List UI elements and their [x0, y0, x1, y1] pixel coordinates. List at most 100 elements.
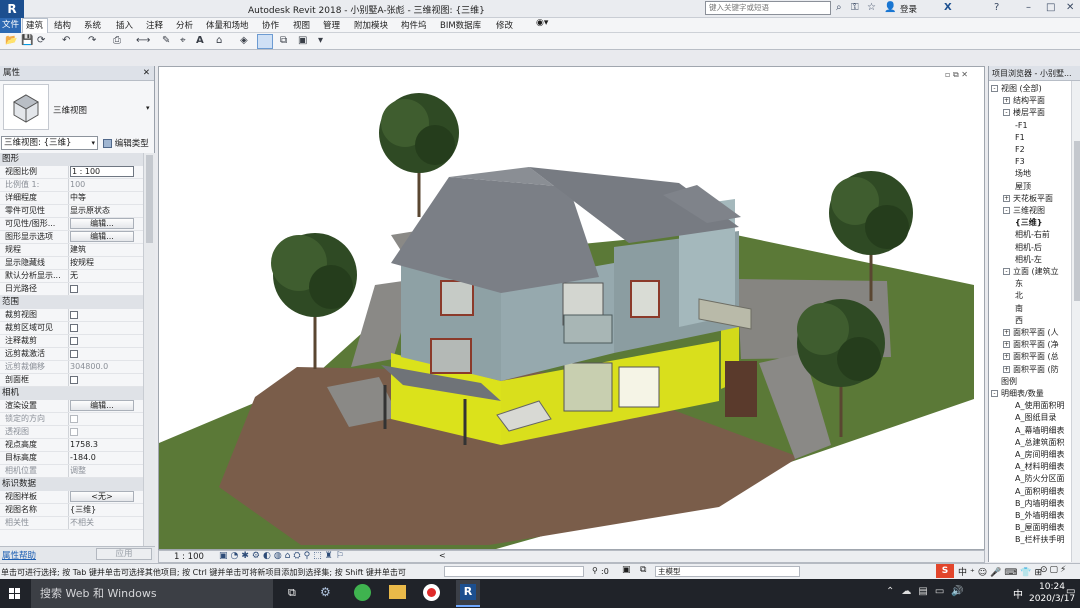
tab-insert[interactable]: 插入 — [116, 19, 133, 31]
collapse-icon[interactable]: - — [1003, 207, 1010, 214]
tab-modify[interactable]: 修改 — [496, 19, 513, 31]
subscription-icon[interactable]: ⚿ — [851, 2, 859, 13]
annotation-crop-checkbox[interactable] — [70, 337, 78, 345]
tree-item[interactable]: 东 — [1015, 278, 1023, 289]
view-scale-label[interactable]: 1 : 100 — [174, 552, 204, 562]
tab-annotate[interactable]: 注释 — [146, 19, 163, 31]
browser-scrollbar-thumb[interactable] — [1074, 141, 1080, 301]
design-options-icon[interactable]: ⧉ — [640, 565, 646, 575]
tree-item[interactable]: 北 — [1015, 290, 1023, 301]
far-clip-checkbox[interactable] — [70, 350, 78, 358]
clock-time[interactable]: 10:24 — [1039, 582, 1065, 592]
default-3d-view-icon[interactable]: ⌂ — [216, 35, 222, 46]
row-target-elevation[interactable]: 目标高度 -184.0 — [0, 452, 143, 465]
ime-toolbar-icons[interactable]: 中⁺☺🎤⌨👕⊞ — [958, 565, 1045, 578]
tree-item[interactable]: 南 — [1015, 303, 1023, 314]
expand-icon[interactable]: + — [1003, 365, 1010, 373]
redo-icon[interactable]: ↷ — [88, 35, 96, 46]
row-eye-elevation[interactable]: 视点高度 1758.3 — [0, 439, 143, 452]
tree-item[interactable]: {三维} — [1015, 217, 1042, 228]
help-icon[interactable]: ? — [994, 2, 999, 13]
model-dropdown[interactable]: 主模型 — [655, 566, 800, 577]
view-template-button[interactable]: <无> — [70, 491, 134, 502]
maximize-icon[interactable]: □ — [1046, 2, 1055, 13]
scrollbar-thumb[interactable] — [146, 155, 153, 243]
thin-lines-icon[interactable] — [257, 34, 273, 49]
row-show-hidden[interactable]: 显示隐藏线 按规程 — [0, 257, 143, 270]
sogou-ime-icon[interactable]: S — [936, 564, 954, 578]
tree-item[interactable]: A_防火分区面 — [1015, 473, 1064, 484]
expand-icon[interactable]: + — [1003, 97, 1010, 105]
tab-file[interactable]: 文件 — [0, 18, 21, 33]
section-identity[interactable]: 标识数据 — [0, 478, 143, 491]
measure-icon[interactable]: ⟷ — [136, 35, 150, 46]
tree-item[interactable]: + 面积平面 (总 — [1003, 351, 1059, 362]
tree-item[interactable]: + 面积平面 (人 — [1003, 327, 1059, 338]
tree-item[interactable]: B_栏杆扶手明 — [1015, 534, 1065, 545]
crop-visible-checkbox[interactable] — [70, 324, 78, 332]
favorite-star-icon[interactable]: ☆ — [867, 2, 876, 13]
row-view-template[interactable]: 视图样板 <无> — [0, 491, 143, 504]
tree-item[interactable]: 图例 — [991, 376, 1017, 387]
tab-architecture[interactable]: 建筑 — [26, 19, 43, 31]
tree-item[interactable]: + 天花板平面 — [1003, 193, 1053, 204]
row-annotation-crop[interactable]: 注释裁剪 — [0, 335, 143, 348]
collapse-icon[interactable]: - — [991, 85, 998, 92]
row-vg-overrides[interactable]: 可见性/图形... 编辑... — [0, 218, 143, 231]
taskbar-search[interactable]: 搜索 Web 和 Windows — [31, 579, 273, 608]
view-scale-input[interactable]: 1 : 100 — [70, 166, 134, 177]
expand-icon[interactable]: + — [1003, 329, 1010, 336]
tree-item[interactable]: 相机-左 — [1015, 254, 1042, 265]
browser-scrollbar[interactable] — [1071, 81, 1080, 562]
search-input[interactable]: 键入关键字或短语 — [705, 1, 831, 15]
tab-addins[interactable]: 附加模块 — [354, 19, 388, 31]
section-box-checkbox[interactable] — [70, 376, 78, 384]
graphic-display-edit-button[interactable]: 编辑... — [70, 231, 134, 242]
revit-logo-icon[interactable]: R — [0, 0, 24, 18]
undo-icon[interactable]: ↶ — [62, 35, 70, 46]
tree-item[interactable]: - 楼层平面 — [1003, 107, 1045, 118]
tree-item[interactable]: A_材料明细表 — [1015, 461, 1064, 472]
section-graphics[interactable]: 图形 — [0, 153, 143, 166]
section-icon[interactable]: ◈ — [240, 35, 248, 46]
close-icon[interactable]: ✕ — [143, 66, 150, 81]
tab-view[interactable]: 视图 — [293, 19, 310, 31]
login-button[interactable]: 登录 — [900, 3, 917, 15]
close-icon[interactable]: ✕ — [1066, 2, 1074, 13]
row-render-settings[interactable]: 渲染设置 编辑... — [0, 400, 143, 413]
tree-item[interactable]: 西 — [1015, 315, 1023, 326]
exchange-apps-icon[interactable]: X — [944, 2, 952, 13]
user-icon[interactable]: 👤 — [884, 2, 896, 13]
tree-item[interactable]: 相机-右前 — [1015, 229, 1050, 240]
file-explorer-icon[interactable] — [389, 585, 406, 599]
row-default-analysis[interactable]: 默认分析显示... 无 — [0, 270, 143, 283]
tree-item[interactable]: B_屋面明细表 — [1015, 522, 1065, 533]
tree-item[interactable]: F1 — [1015, 132, 1025, 143]
tag-icon[interactable]: ⌖ — [180, 35, 186, 46]
section-camera[interactable]: 相机 — [0, 387, 143, 400]
notifications-icon[interactable]: ▭ — [1066, 586, 1075, 597]
tree-item[interactable]: 场地 — [1015, 168, 1031, 179]
3d-model-canvas[interactable] — [159, 67, 985, 550]
collapse-icon[interactable]: - — [1003, 109, 1010, 117]
row-crop-view[interactable]: 裁剪视图 — [0, 309, 143, 322]
expand-icon[interactable]: + — [1003, 353, 1010, 361]
tree-item[interactable]: - 三维视图 — [1003, 205, 1045, 216]
row-parts-visibility[interactable]: 零件可见性 显示原状态 — [0, 205, 143, 218]
revit-taskbar-icon[interactable]: R — [456, 580, 480, 607]
type-dropdown-icon[interactable]: ▾ — [146, 104, 150, 112]
print-icon[interactable]: ⎙ — [113, 35, 121, 46]
tree-item[interactable]: + 面积平面 (净 — [1003, 339, 1059, 350]
tab-component-dock[interactable]: 构件坞 — [401, 19, 427, 31]
vg-edit-button[interactable]: 编辑... — [70, 218, 134, 229]
row-view-name[interactable]: 视图名称 {三维} — [0, 504, 143, 517]
row-view-scale[interactable]: 视图比例 1 : 100 — [0, 166, 143, 179]
binoculars-icon[interactable]: ⌕ — [836, 2, 842, 13]
row-detail-level[interactable]: 详细程度 中等 — [0, 192, 143, 205]
section-extents[interactable]: 范围 — [0, 296, 143, 309]
edit-type-button[interactable]: 编辑类型 — [103, 137, 149, 149]
tree-item[interactable]: A_使用面积明 — [1015, 400, 1064, 411]
open-icon[interactable]: 📂 — [5, 35, 17, 46]
save-icon[interactable]: 💾 — [21, 35, 33, 46]
tree-item[interactable]: - 视图 (全部) — [991, 83, 1042, 94]
